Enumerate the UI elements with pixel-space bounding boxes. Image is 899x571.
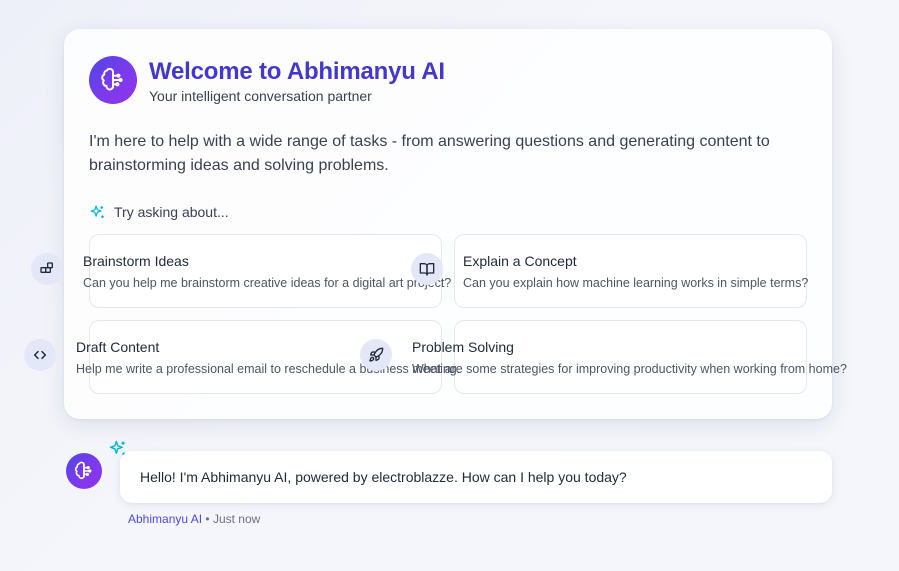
welcome-intro: I'm here to help with a wide range of ta… — [89, 133, 770, 174]
welcome-subtitle: Your intelligent conversation partner — [149, 88, 372, 104]
prompt-title-brainstorm: Brainstorm Ideas — [83, 253, 189, 269]
sparkles-icon — [90, 204, 104, 218]
brain-icon — [74, 461, 92, 480]
code-icon — [24, 339, 56, 371]
prompt-desc-explain: Can you explain how machine learning wor… — [463, 276, 809, 290]
prompt-title-draft: Draft Content — [76, 339, 160, 355]
prompt-desc-draft: Help me write a professional email to re… — [76, 362, 461, 376]
try-asking-text: Try asking about... — [114, 204, 229, 220]
assistant-message-text: Hello! I'm Abhimanyu AI, powered by elec… — [140, 469, 627, 485]
prompt-title-problem-solving: Problem Solving — [412, 339, 514, 355]
meta-separator: • — [205, 512, 210, 526]
message-meta: Abhimanyu AI • Just now — [128, 512, 260, 526]
prompt-desc-brainstorm: Can you help me brainstorm creative idea… — [83, 276, 452, 290]
assistant-message-bubble: Hello! I'm Abhimanyu AI, powered by elec… — [120, 451, 832, 503]
book-open-icon — [411, 253, 443, 285]
prompt-card-problem-solving[interactable] — [454, 320, 807, 394]
welcome-title: Welcome to Abhimanyu AI — [149, 58, 445, 85]
message-time: Just now — [212, 512, 261, 526]
prompt-desc-problem-solving: What are some strategies for improving p… — [412, 362, 847, 376]
rocket-icon — [360, 339, 392, 371]
assistant-avatar — [66, 453, 102, 489]
message-author: Abhimanyu AI — [128, 512, 203, 526]
brain-logo-icon — [89, 56, 137, 104]
prompt-card-explain[interactable] — [454, 234, 807, 308]
grid-plus-icon — [31, 253, 63, 285]
prompt-card-brainstorm[interactable] — [89, 234, 442, 308]
try-asking-label: Try asking about... — [89, 203, 229, 221]
prompt-title-explain: Explain a Concept — [463, 253, 577, 269]
